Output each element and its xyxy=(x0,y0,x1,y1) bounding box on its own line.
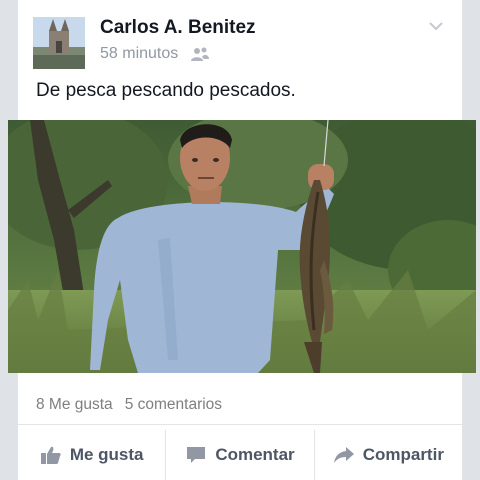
divider xyxy=(18,424,462,425)
share-button[interactable]: Compartir xyxy=(313,430,462,480)
author-name[interactable]: Carlos A. Benitez xyxy=(100,17,256,39)
chevron-down-icon[interactable] xyxy=(428,18,444,31)
share-label: Compartir xyxy=(362,445,444,464)
avatar[interactable] xyxy=(33,17,85,69)
engagement-counts: 8 Me gusta 5 comentarios xyxy=(36,396,222,414)
friends-icon xyxy=(190,46,210,62)
post-text: De pesca pescando pescados. xyxy=(36,80,296,101)
comment-icon xyxy=(185,445,207,465)
timestamp[interactable]: 58 minutos xyxy=(100,45,178,63)
action-bar: Me gusta Comentar Compartir xyxy=(18,430,462,480)
post-meta: 58 minutos xyxy=(100,45,210,63)
thumbs-up-icon xyxy=(40,445,62,465)
post-card: Carlos A. Benitez 58 minutos De pesca pe… xyxy=(8,0,476,480)
comment-button[interactable]: Comentar xyxy=(165,430,313,480)
share-arrow-icon xyxy=(333,445,355,465)
like-button[interactable]: Me gusta xyxy=(18,430,165,480)
likes-count[interactable]: 8 Me gusta xyxy=(36,396,113,414)
comments-count[interactable]: 5 comentarios xyxy=(125,396,222,414)
like-label: Me gusta xyxy=(69,445,144,464)
post-photo[interactable] xyxy=(8,120,476,373)
comment-label: Comentar xyxy=(215,445,295,464)
